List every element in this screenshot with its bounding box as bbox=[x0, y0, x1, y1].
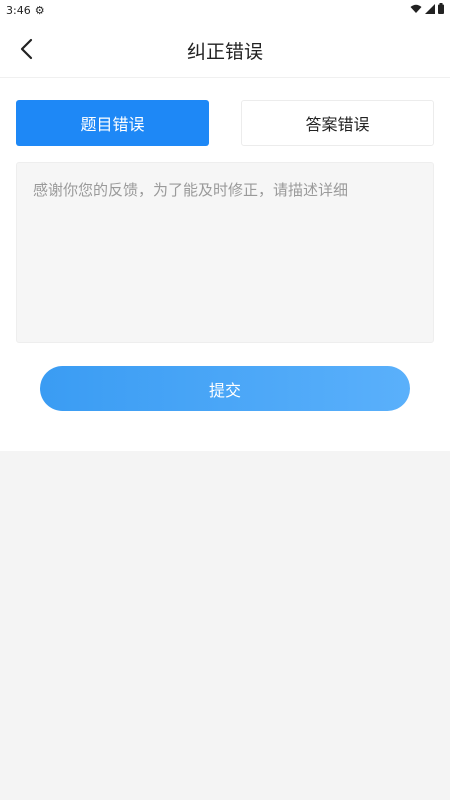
empty-background-area bbox=[0, 451, 450, 800]
submit-button[interactable]: 提交 bbox=[40, 366, 410, 411]
tab-question-error[interactable]: 题目错误 bbox=[16, 100, 209, 146]
status-right bbox=[410, 3, 444, 17]
wifi-icon bbox=[410, 4, 422, 17]
status-time: 3:46 bbox=[6, 3, 31, 17]
error-correction-screen: 3:46 ⚙ 纠正错误 题目错误 答案错误 感谢你您的反馈，为了能及时修正，请描… bbox=[0, 0, 450, 800]
tab-label: 题目错误 bbox=[80, 115, 145, 134]
submit-label: 提交 bbox=[208, 380, 241, 400]
status-bar: 3:46 ⚙ bbox=[0, 0, 450, 20]
content-panel: 纠正错误 题目错误 答案错误 提交 bbox=[0, 20, 450, 451]
battery-icon bbox=[438, 3, 444, 17]
page-title: 纠正错误 bbox=[186, 41, 263, 63]
gear-icon: ⚙ bbox=[34, 3, 45, 17]
tab-label: 答案错误 bbox=[305, 115, 370, 134]
error-type-tabs: 题目错误 答案错误 bbox=[16, 100, 434, 147]
tab-answer-error[interactable]: 答案错误 bbox=[241, 100, 434, 146]
nav-bar: 纠正错误 bbox=[0, 20, 450, 78]
feedback-input[interactable] bbox=[16, 162, 434, 343]
signal-icon bbox=[425, 3, 435, 17]
status-left: 3:46 ⚙ bbox=[6, 4, 45, 17]
